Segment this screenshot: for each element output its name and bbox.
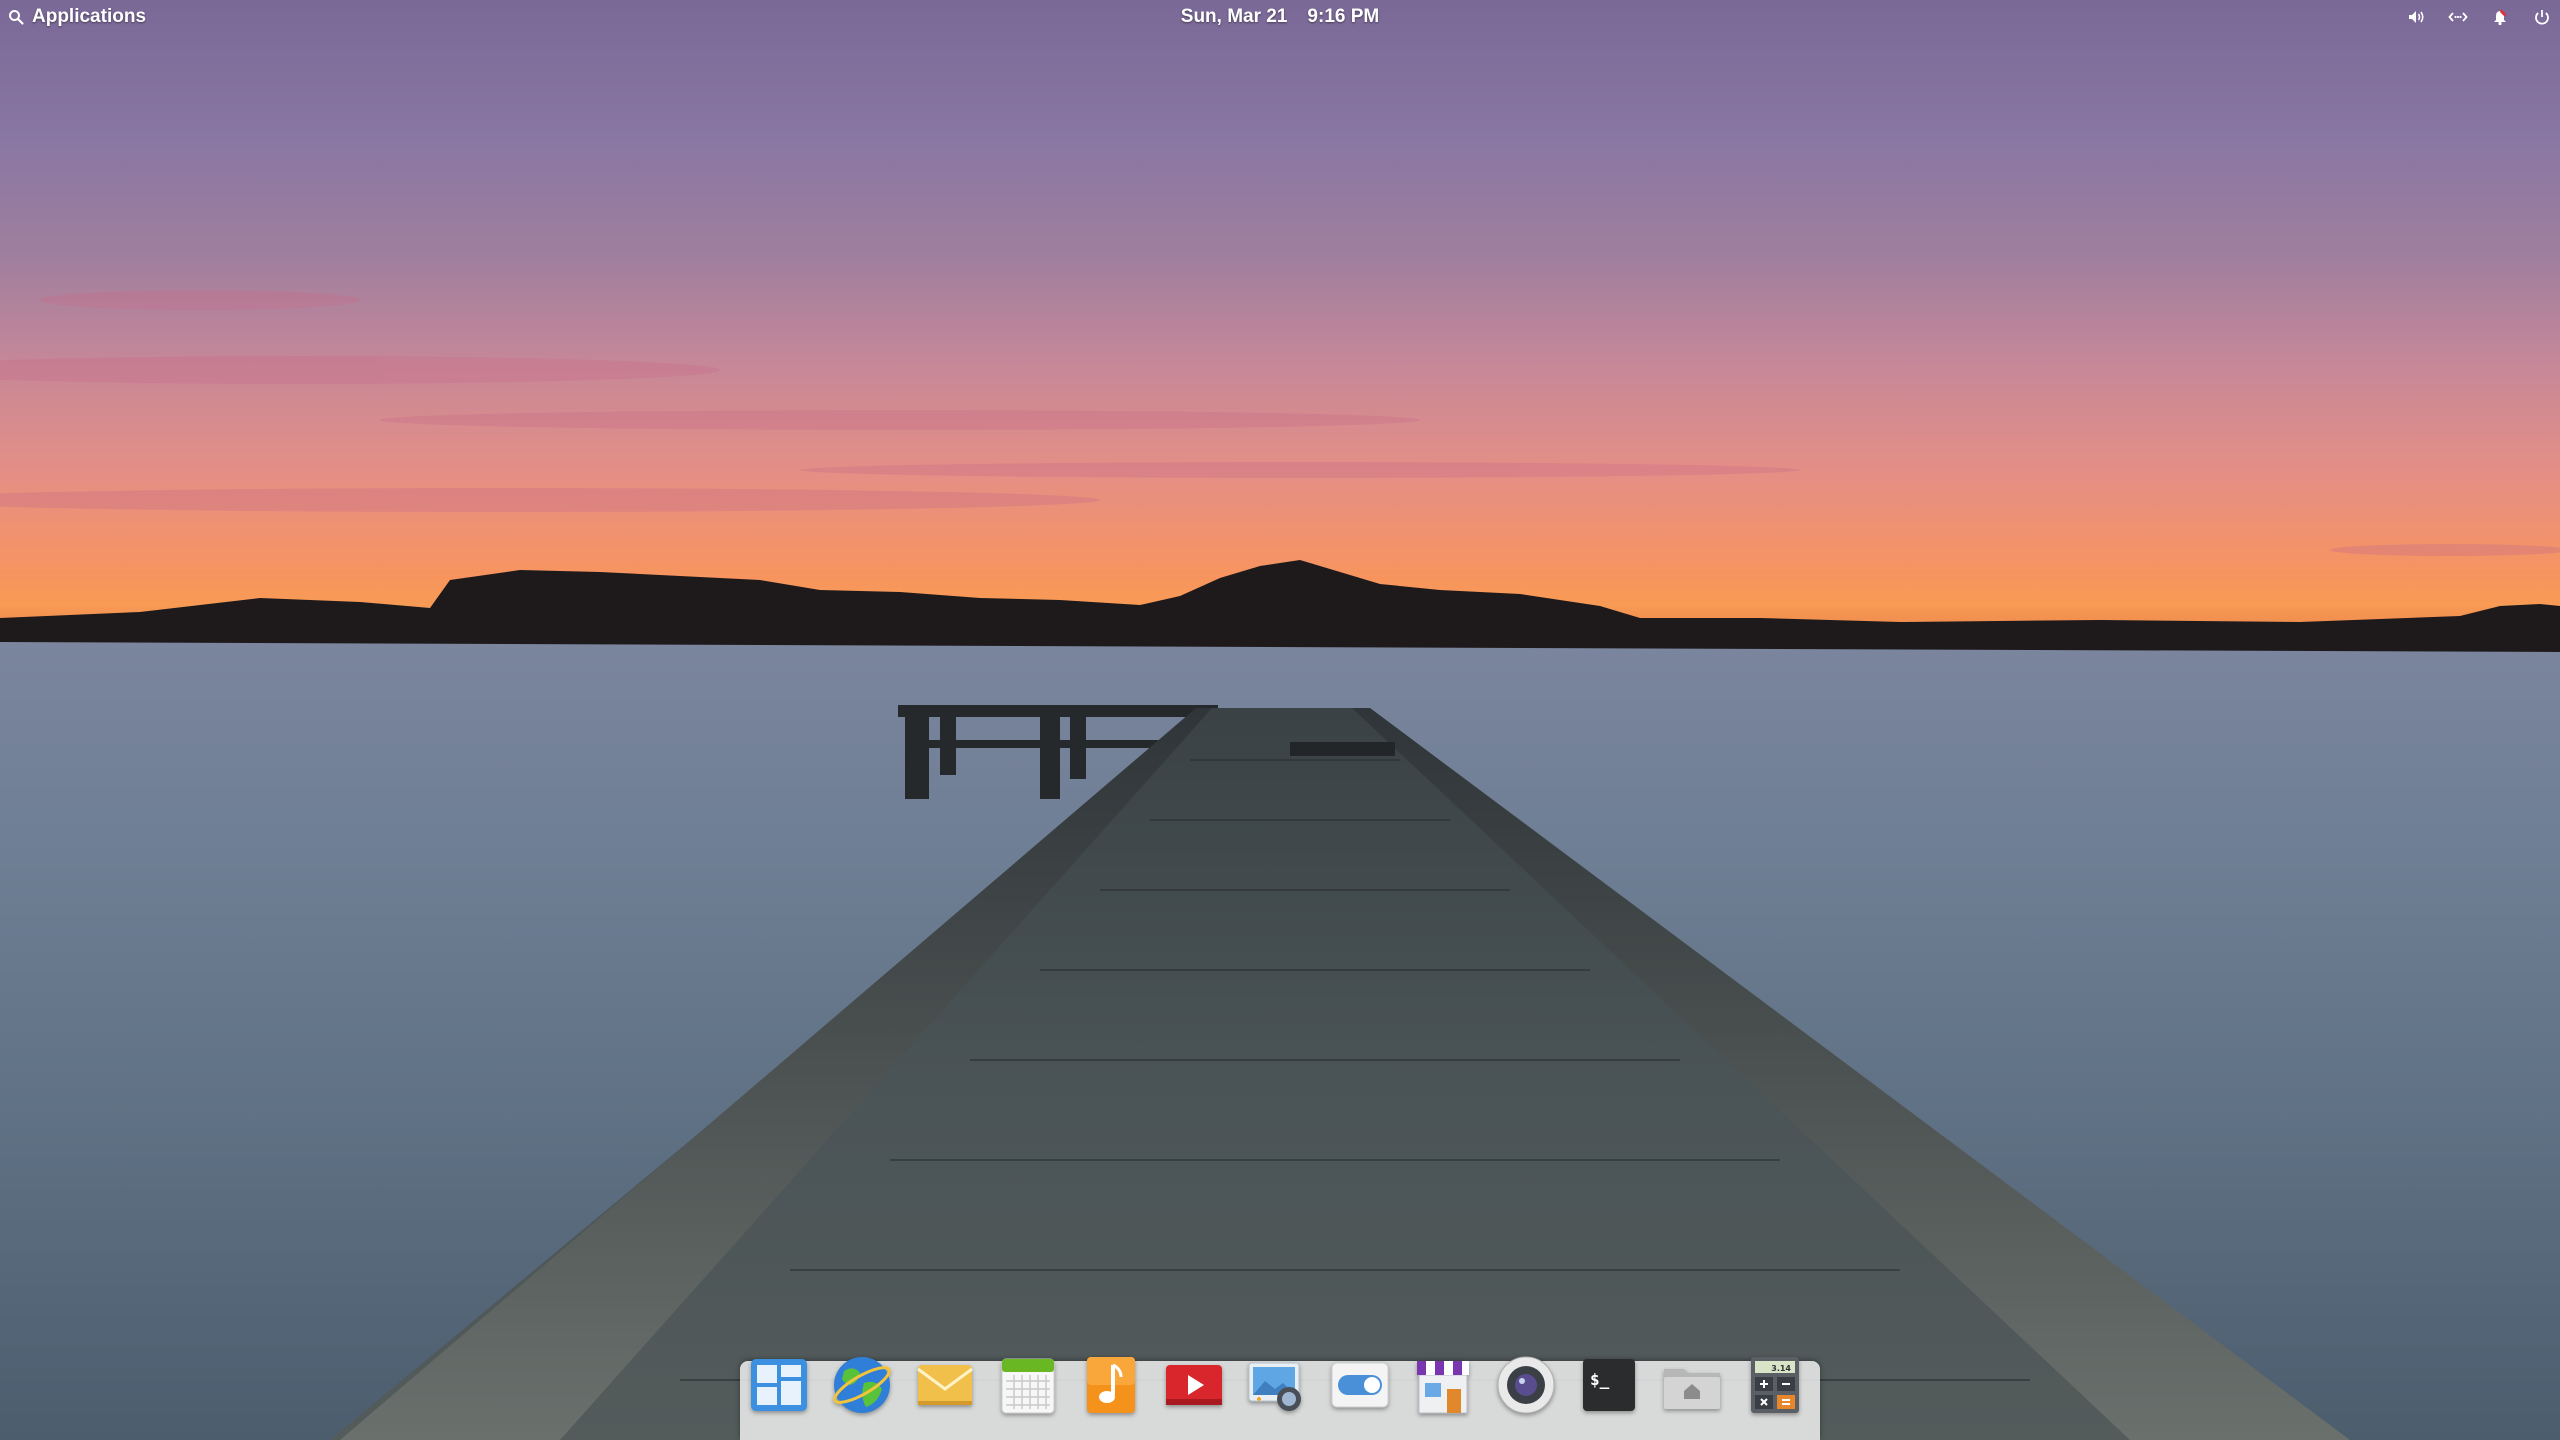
notifications-indicator[interactable] (2490, 7, 2510, 27)
treeline-silhouette (0, 560, 2560, 652)
desktop[interactable]: Applications Sun, Mar 21 9:16 PM $_ 3.14 (0, 0, 2560, 1440)
settings-toggle-icon (1331, 1362, 1389, 1408)
music-icon (1087, 1357, 1135, 1413)
clouds (0, 290, 2560, 556)
dock-item-photos[interactable] (1245, 1353, 1309, 1417)
dock-item-multitasking-view[interactable] (747, 1353, 811, 1417)
dock-item-system-settings[interactable] (1328, 1353, 1392, 1417)
web-browser-icon (833, 1357, 891, 1413)
dock-item-terminal[interactable]: $_ (1577, 1353, 1641, 1417)
applications-menu-button[interactable]: Applications (8, 3, 146, 31)
calendar-icon (1001, 1358, 1055, 1414)
calculator-icon: 3.14 (1751, 1357, 1799, 1413)
dock: $_ 3.14 (740, 1356, 1820, 1440)
wallpaper (0, 290, 2560, 1440)
camera-icon (1497, 1356, 1555, 1414)
svg-text:$_: $_ (1590, 1370, 1610, 1389)
datetime-indicator: Sun, Mar 21 9:16 PM (0, 3, 2560, 31)
photos-icon (1248, 1362, 1301, 1411)
dock-item-files[interactable] (1660, 1353, 1724, 1417)
search-icon (9, 10, 24, 25)
dock-item-mail[interactable] (913, 1353, 977, 1417)
network-wired-icon (2448, 12, 2468, 22)
videos-icon (1166, 1365, 1222, 1405)
dock-item-videos[interactable] (1162, 1353, 1226, 1417)
dock-item-web-browser[interactable] (830, 1353, 894, 1417)
files-icon (1664, 1369, 1720, 1409)
dock-item-camera[interactable] (1494, 1353, 1558, 1417)
network-indicator[interactable] (2448, 7, 2468, 27)
terminal-icon: $_ (1583, 1359, 1635, 1411)
top-panel: Applications Sun, Mar 21 9:16 PM (0, 0, 2560, 34)
dock-item-appcenter[interactable] (1411, 1353, 1475, 1417)
dock-item-music[interactable] (1079, 1353, 1143, 1417)
system-indicators (2406, 3, 2552, 31)
dock-item-calculator[interactable]: 3.14 (1743, 1353, 1807, 1417)
dock-item-calendar[interactable] (996, 1353, 1060, 1417)
session-indicator[interactable] (2532, 7, 2552, 27)
appcenter-icon (1417, 1361, 1469, 1414)
volume-indicator[interactable] (2406, 7, 2426, 27)
volume-icon (2409, 11, 2424, 23)
calculator-display: 3.14 (1771, 1364, 1791, 1373)
time-label[interactable]: 9:16 PM (1307, 6, 1379, 28)
notification-icon (2494, 9, 2507, 26)
applications-label: Applications (32, 6, 147, 27)
power-icon (2535, 10, 2549, 25)
date-label[interactable]: Sun, Mar 21 (1181, 6, 1288, 28)
mail-icon (917, 1365, 973, 1405)
multitasking-view-icon (751, 1359, 807, 1411)
